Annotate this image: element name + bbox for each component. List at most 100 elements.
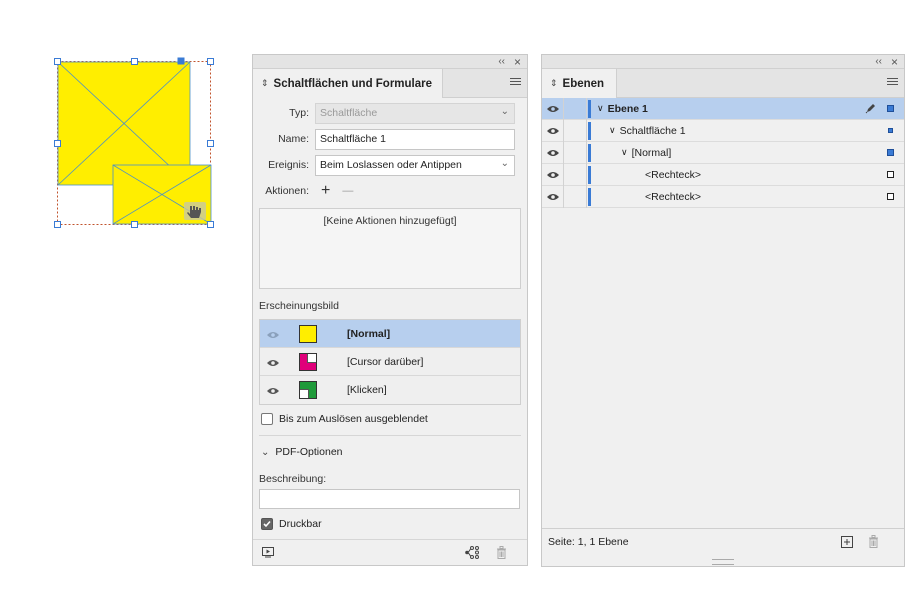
layer-name: Schaltfläche 1 [619,124,686,137]
selection-square-icon[interactable] [887,149,894,156]
tab-buttons-forms[interactable]: ⇕ Schaltflächen und Formulare [253,69,444,98]
selection-square-icon[interactable] [887,105,894,112]
eye-icon[interactable] [267,330,279,338]
chevron-down-icon[interactable]: ∨ [609,125,616,136]
buttons-forms-panel: ‹‹ × ⇕ Schaltflächen und Formulare Typ: … [252,54,528,566]
name-row: Name: Schaltfläche 1 [253,128,527,150]
resize-grip[interactable] [712,559,734,565]
add-action-button[interactable]: + [321,182,330,200]
appearance-row-normal[interactable]: [Normal] [260,320,520,348]
close-panel-icon[interactable]: × [514,55,521,69]
layer-color-bar [588,121,591,140]
panel-topbar: ‹‹ × [253,55,527,69]
actions-list[interactable]: [Keine Aktionen hinzugefügt] [259,208,521,289]
panel-footer [253,539,527,565]
selection-square-icon[interactable] [887,193,894,200]
layer-color-bar [588,165,591,184]
selection-square-icon[interactable] [888,128,893,133]
chevron-down-icon[interactable]: ∨ [597,103,604,114]
lock-toggle[interactable] [564,141,587,164]
layer-color-bar [588,187,591,206]
layers-panel: ‹‹ × ⇕ Ebenen ∨ Ebene 1 ∨ Schaltfläche 1 [541,54,905,567]
checkbox-label: Druckbar [279,518,322,530]
selection-square-icon[interactable] [887,171,894,178]
preview-icon[interactable] [262,547,274,561]
type-select[interactable]: Schaltfläche ⌄ [315,102,515,124]
eye-icon[interactable] [542,97,564,120]
lock-toggle[interactable] [564,163,587,186]
pen-icon [865,102,877,117]
layer-name: Ebene 1 [607,102,648,115]
pdf-options-label: PDF-Optionen [275,446,343,458]
event-value: Beim Loslassen oder Antippen [320,159,462,171]
appearance-name: [Normal] [347,327,391,340]
appearance-row-hover[interactable]: [Cursor darüber] [260,348,520,376]
appearance-swatch-click [299,381,317,399]
chevron-down-icon: ⌄ [261,446,270,458]
checkbox-box[interactable] [261,413,273,425]
eye-icon[interactable] [542,185,564,208]
convert-to-button-icon[interactable] [464,546,480,562]
layer-name: <Rechteck> [645,190,702,203]
close-panel-icon[interactable]: × [891,55,898,69]
event-select[interactable]: Beim Loslassen oder Antippen ⌄ [315,154,515,176]
appearance-label: Erscheinungsbild [259,300,339,312]
appearance-name: [Cursor darüber] [347,355,424,368]
printable-checkbox[interactable]: Druckbar [261,518,322,530]
layer-row-normal[interactable]: ∨ [Normal] [542,141,904,164]
tab-label: Schaltflächen und Formulare [273,77,433,90]
actions-row: Aktionen: + — [253,180,527,202]
collapse-panel-icon[interactable]: ‹‹ [498,55,505,69]
eye-icon[interactable] [542,141,564,164]
trash-icon[interactable] [496,546,507,562]
checkbox-label: Bis zum Auslösen ausgeblendet [279,413,428,425]
layer-color-bar [588,99,591,118]
event-row: Ereignis: Beim Loslassen oder Antippen ⌄ [253,154,527,176]
type-label: Typ: [289,107,309,119]
button-artwork[interactable] [0,0,240,260]
pdf-options-toggle[interactable]: ⌄ PDF-Optionen [261,446,343,458]
tab-layers[interactable]: ⇕ Ebenen [542,69,618,98]
collapse-panel-icon[interactable]: ‹‹ [875,55,882,69]
panel-menu-icon[interactable] [510,78,521,87]
actions-label: Aktionen: [265,185,309,197]
layer-color-bar [588,143,591,162]
layer-row-rectangle-1[interactable]: <Rechteck> [542,163,904,186]
chevron-down-icon: ⌄ [500,157,509,169]
eye-icon[interactable] [542,119,564,142]
reference-point [177,57,185,65]
tab-arrows-icon: ⇕ [261,78,269,88]
panel-topbar: ‹‹ × [542,55,904,69]
layer-row-rectangle-2[interactable]: <Rechteck> [542,185,904,208]
description-input[interactable] [259,489,520,509]
hidden-until-triggered-checkbox[interactable]: Bis zum Auslösen ausgeblendet [261,413,428,425]
layer-row-ebene-1[interactable]: ∨ Ebene 1 [542,97,904,120]
appearance-name: [Klicken] [347,384,387,396]
event-label: Ereignis: [268,159,309,171]
tab-label: Ebenen [562,77,605,90]
appearance-row-click[interactable]: [Klicken] [260,376,520,404]
name-label: Name: [278,133,309,145]
layer-row-button[interactable]: ∨ Schaltfläche 1 [542,119,904,142]
lock-toggle[interactable] [564,97,587,120]
appearance-list: [Normal] [Cursor darüber] [Klicken] [259,319,521,405]
layer-name: [Normal] [631,146,672,159]
new-layer-icon[interactable] [841,536,853,551]
layer-name: <Rechteck> [645,168,702,181]
description-label: Beschreibung: [259,473,327,485]
name-input[interactable]: Schaltfläche 1 [315,128,515,150]
appearance-swatch-normal [299,324,317,343]
panel-menu-icon[interactable] [887,78,898,87]
type-value: Schaltfläche [320,107,378,119]
eye-icon[interactable] [542,163,564,186]
chevron-down-icon[interactable]: ∨ [621,147,628,158]
actions-placeholder: [Keine Aktionen hinzugefügt] [323,215,457,227]
layers-status: Seite: 1, 1 Ebene [548,535,629,548]
remove-action-button[interactable]: — [342,185,353,197]
checkbox-box[interactable] [261,518,273,530]
lock-toggle[interactable] [564,119,587,142]
trash-icon[interactable] [868,535,879,551]
eye-icon[interactable] [267,386,279,394]
lock-toggle[interactable] [564,185,587,208]
eye-icon[interactable] [267,358,279,366]
